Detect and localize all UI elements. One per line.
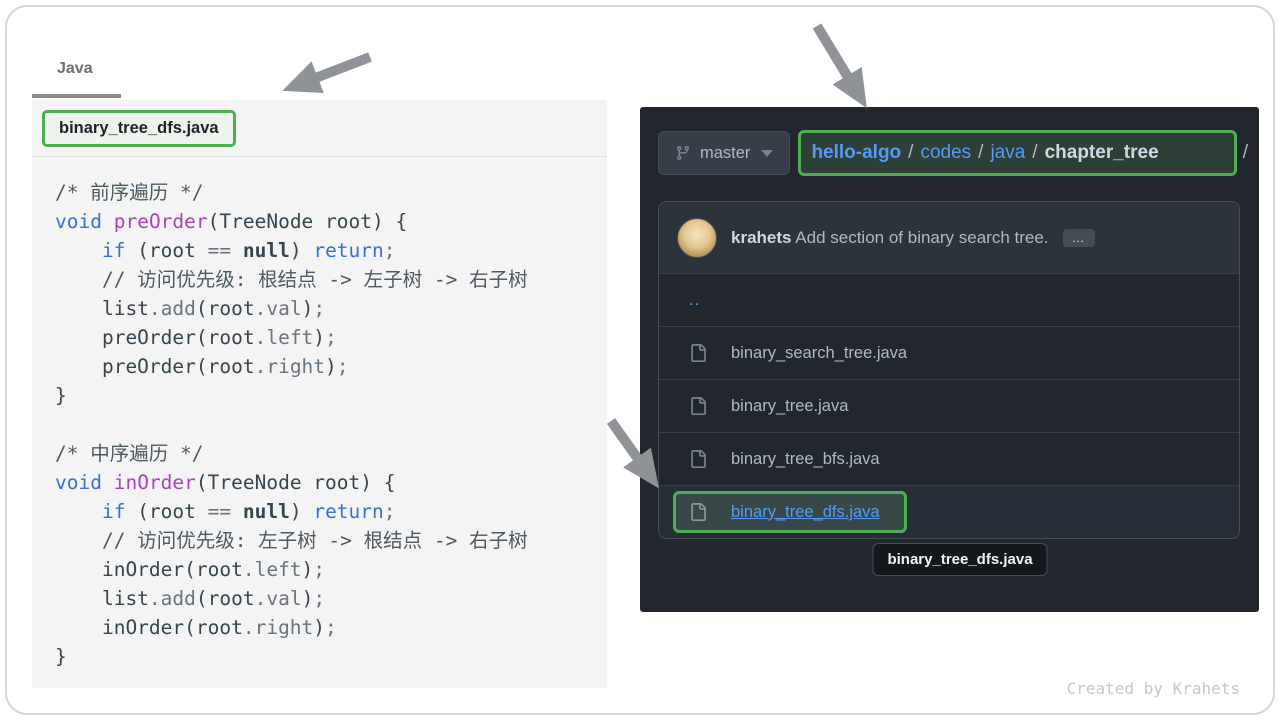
file-row-highlight-box: binary_tree_dfs.java: [673, 491, 907, 533]
parent-directory-link[interactable]: ..: [689, 291, 700, 310]
code-line: /* 前序遍历 */: [55, 178, 607, 207]
commit-message[interactable]: Add section of binary search tree.: [795, 228, 1048, 247]
latest-commit-row: krahets Add section of binary search tre…: [659, 202, 1239, 273]
code-line: void preOrder(TreeNode root) {: [55, 207, 607, 236]
file-link-binary_search_tree.java[interactable]: binary_search_tree.java: [731, 344, 907, 363]
tab-java[interactable]: Java: [57, 60, 93, 78]
breadcrumb-segment-chapter_tree: chapter_tree: [1045, 142, 1159, 164]
file-link-binary_tree_bfs.java[interactable]: binary_tree_bfs.java: [731, 450, 880, 469]
breadcrumb-separator: /: [971, 142, 990, 164]
filename-highlight-box: binary_tree_dfs.java: [42, 110, 236, 147]
file-icon: [689, 397, 707, 415]
file-icon: [689, 503, 707, 521]
code-line: void inOrder(TreeNode root) {: [55, 468, 607, 497]
breadcrumb-segment-codes[interactable]: codes: [920, 142, 971, 164]
breadcrumb-trailing-separator: /: [1243, 142, 1248, 164]
table-row: binary_tree.java: [659, 379, 1239, 432]
branch-name-label: master: [700, 144, 750, 163]
breadcrumb-highlight-box: hello-algo/codes/java/chapter_tree: [798, 130, 1236, 176]
code-line: if (root == null) return;: [55, 497, 607, 526]
credit-text: Created by Krahets: [1067, 679, 1240, 698]
git-branch-icon: [675, 145, 691, 161]
code-line: [55, 410, 607, 439]
github-file-browser: master hello-algo/codes/java/chapter_tre…: [640, 107, 1259, 612]
table-row: ..: [659, 273, 1239, 326]
file-table: krahets Add section of binary search tre…: [658, 201, 1240, 539]
code-line: list.add(root.val);: [55, 584, 607, 613]
commit-summary: krahets Add section of binary search tre…: [731, 228, 1049, 248]
code-block: /* 前序遍历 */void preOrder(TreeNode root) {…: [32, 157, 607, 671]
code-line: }: [55, 642, 607, 671]
code-line: inOrder(root.right);: [55, 613, 607, 642]
table-row: binary_search_tree.java: [659, 326, 1239, 379]
commit-author-link[interactable]: krahets: [731, 228, 791, 247]
commit-more-button[interactable]: …: [1063, 229, 1095, 247]
chevron-down-icon: [761, 150, 773, 157]
code-line: // 访问优先级: 根结点 -> 左子树 -> 右子树: [55, 265, 607, 294]
breadcrumb-separator: /: [901, 142, 920, 164]
filename-tooltip: binary_tree_dfs.java: [872, 543, 1047, 576]
breadcrumb-separator: /: [1025, 142, 1044, 164]
code-line: /* 中序遍历 */: [55, 439, 607, 468]
arrow-icon-filename: [300, 57, 370, 84]
file-icon: [689, 344, 707, 362]
code-file-header: binary_tree_dfs.java: [32, 100, 607, 157]
code-line: if (root == null) return;: [55, 236, 607, 265]
file-link-binary_tree.java[interactable]: binary_tree.java: [731, 397, 848, 416]
code-panel: binary_tree_dfs.java /* 前序遍历 */void preO…: [32, 100, 607, 688]
breadcrumb-segment-hello-algo[interactable]: hello-algo: [811, 142, 901, 164]
avatar[interactable]: [677, 218, 717, 258]
branch-selector-button[interactable]: master: [658, 131, 790, 175]
code-line: // 访问优先级: 左子树 -> 根结点 -> 右子树: [55, 526, 607, 555]
tab-active-indicator: [32, 94, 121, 98]
table-row: binary_tree_bfs.java: [659, 432, 1239, 485]
code-line: }: [55, 381, 607, 410]
arrow-icon-breadcrumb: [817, 26, 857, 92]
file-icon: [689, 450, 707, 468]
table-row: binary_tree_dfs.java: [659, 485, 1239, 538]
code-line: inOrder(root.left);: [55, 555, 607, 584]
file-link-binary_tree_dfs.java[interactable]: binary_tree_dfs.java: [731, 503, 880, 522]
code-line: list.add(root.val);: [55, 294, 607, 323]
code-line: preOrder(root.right);: [55, 352, 607, 381]
code-line: preOrder(root.left);: [55, 323, 607, 352]
breadcrumb-segment-java[interactable]: java: [990, 142, 1025, 164]
